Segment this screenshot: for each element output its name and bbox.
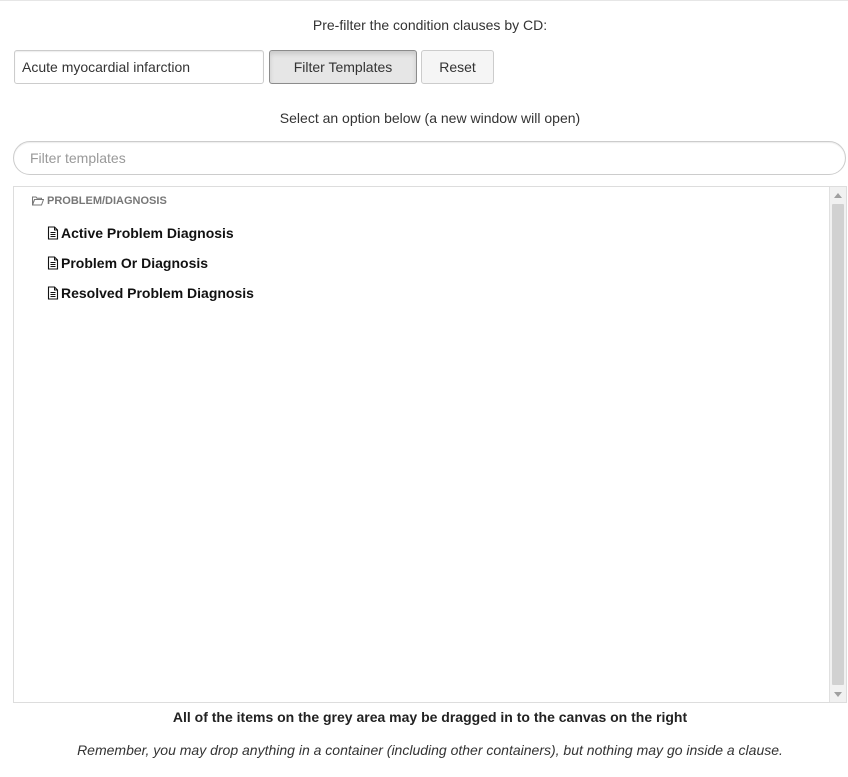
remember-note-text: Remember, you may drop anything in a con… xyxy=(77,742,783,758)
reset-button[interactable]: Reset xyxy=(421,50,494,84)
folder-label: PROBLEM/DIAGNOSIS xyxy=(47,195,167,207)
filter-templates-input[interactable] xyxy=(13,141,846,175)
scroll-up-arrow-icon[interactable] xyxy=(833,190,843,200)
template-item-active-problem-diagnosis[interactable]: Active Problem Diagnosis xyxy=(47,225,234,241)
scroll-down-arrow-icon[interactable] xyxy=(833,689,843,699)
template-item-problem-or-diagnosis[interactable]: Problem Or Diagnosis xyxy=(47,255,208,271)
folder-open-icon xyxy=(31,196,45,206)
prefilter-label: Pre-filter the condition clauses by CD: xyxy=(312,17,548,33)
scrollbar-thumb[interactable] xyxy=(832,204,844,685)
template-picker: Pre-filter the condition clauses by CD: … xyxy=(0,0,848,777)
template-item-label: Resolved Problem Diagnosis xyxy=(61,285,254,301)
select-option-label: Select an option below (a new window wil… xyxy=(279,110,581,126)
template-item-label: Active Problem Diagnosis xyxy=(61,225,234,241)
document-icon xyxy=(47,256,59,270)
document-icon xyxy=(47,286,59,300)
cd-filter-input[interactable] xyxy=(14,50,264,84)
template-item-label: Problem Or Diagnosis xyxy=(61,255,209,271)
top-divider xyxy=(0,0,848,1)
filter-templates-button[interactable]: Filter Templates xyxy=(269,50,417,84)
template-item-resolved-problem-diagnosis[interactable]: Resolved Problem Diagnosis xyxy=(47,285,254,301)
tree-scrollbar[interactable] xyxy=(829,187,846,702)
document-icon xyxy=(47,226,59,240)
folder-problem-diagnosis[interactable]: PROBLEM/DIAGNOSIS xyxy=(31,195,167,207)
template-tree-panel: PROBLEM/DIAGNOSIS Active Problem Diagnos… xyxy=(13,186,847,703)
drag-hint-text: All of the items on the grey area may be… xyxy=(172,709,688,725)
